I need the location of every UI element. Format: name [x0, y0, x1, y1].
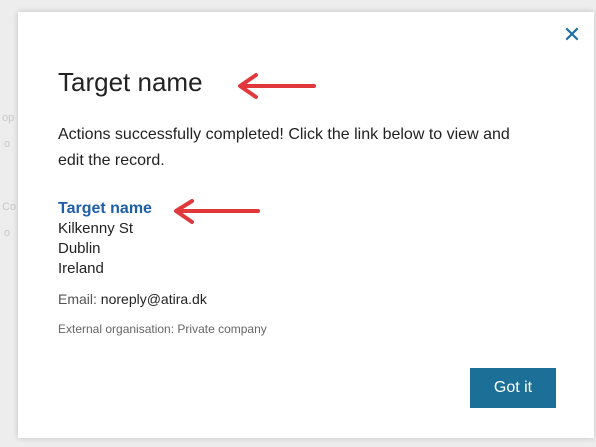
- annotation-arrow-link: [174, 199, 260, 224]
- email-row: Email: noreply@atira.dk: [58, 290, 528, 308]
- email-label: Email:: [58, 291, 101, 307]
- background-text-fragment: op: [2, 112, 15, 124]
- address-city: Dublin: [58, 240, 101, 257]
- success-dialog: ✕ Target name Actions successfully compl…: [18, 12, 594, 438]
- record-link[interactable]: Target name: [58, 199, 528, 219]
- close-icon[interactable]: ✕: [560, 24, 584, 48]
- dialog-title: Target name: [58, 67, 203, 97]
- background-text-fragment: o: [4, 138, 11, 150]
- external-organisation: External organisation: Private company: [58, 322, 267, 336]
- record-summary: Target name Kilkenny St Dublin Ireland E…: [58, 199, 528, 337]
- background-text-fragment: o: [4, 227, 11, 239]
- address-country: Ireland: [58, 260, 104, 277]
- got-it-button[interactable]: Got it: [470, 368, 556, 408]
- annotation-arrow-title: [238, 73, 316, 99]
- background-text-fragment: Co: [2, 201, 17, 213]
- email-value: noreply@atira.dk: [100, 291, 207, 307]
- address-street: Kilkenny St: [58, 220, 134, 237]
- dialog-message: Actions successfully completed! Click th…: [58, 126, 510, 169]
